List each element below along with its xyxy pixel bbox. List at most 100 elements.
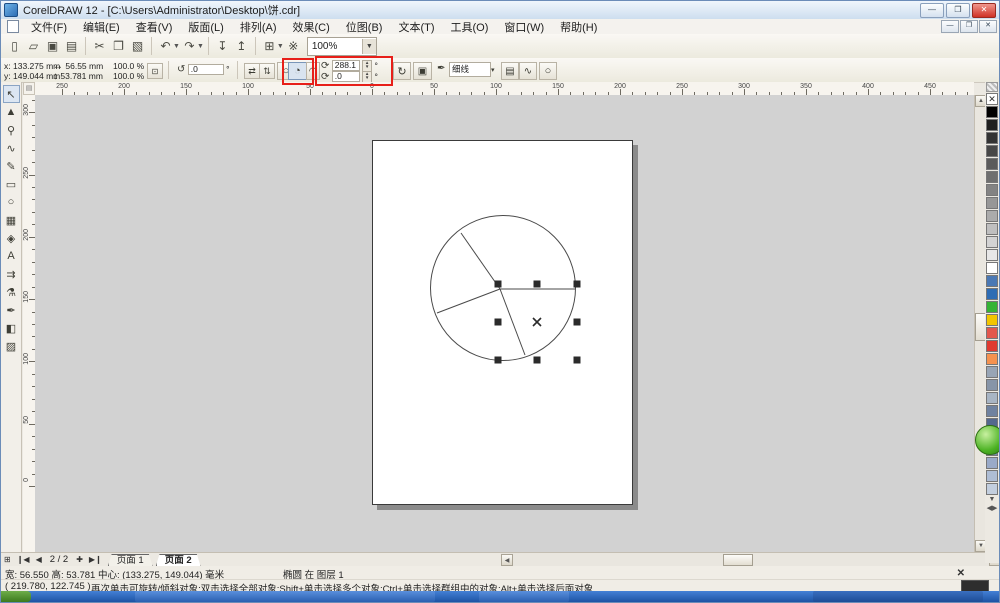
rectangle-tool-icon[interactable]: ▭ xyxy=(3,175,20,193)
graph-paper-tool-icon[interactable]: ▦ xyxy=(3,211,20,229)
start-button[interactable] xyxy=(1,591,31,602)
paste-icon[interactable]: ▧ xyxy=(128,36,147,56)
color-swatch[interactable] xyxy=(986,366,998,378)
taskbar-window-button[interactable] xyxy=(479,591,569,602)
menu-item-10[interactable]: 帮助(H) xyxy=(552,19,605,35)
color-swatch[interactable] xyxy=(986,340,998,352)
lock-ratio-button[interactable]: ⊡ xyxy=(147,63,163,79)
interactive-blend-tool-icon[interactable]: ⇉ xyxy=(3,265,20,283)
menu-item-6[interactable]: 位图(B) xyxy=(338,19,391,35)
selection-center-marker[interactable] xyxy=(533,318,541,326)
selection-handle[interactable] xyxy=(574,357,581,364)
circle-outline[interactable] xyxy=(431,216,576,361)
doc-close-button[interactable]: ✕ xyxy=(979,20,997,33)
add-page-button[interactable]: ✚ xyxy=(73,555,86,564)
eyedropper-tool-icon[interactable]: ⚗ xyxy=(3,283,20,301)
menu-item-8[interactable]: 工具(O) xyxy=(443,19,497,35)
color-swatch[interactable] xyxy=(986,132,998,144)
drawing-canvas[interactable] xyxy=(35,95,974,552)
color-swatch[interactable] xyxy=(986,262,998,274)
color-swatch[interactable] xyxy=(986,314,998,326)
color-swatch[interactable] xyxy=(986,470,998,482)
menu-item-7[interactable]: 文本(T) xyxy=(390,19,442,35)
selection-handle[interactable] xyxy=(495,281,502,288)
print-icon[interactable]: ▤ xyxy=(62,36,81,56)
arc-direction-button[interactable]: ↻ xyxy=(393,62,411,80)
selection-handle[interactable] xyxy=(495,319,502,326)
menu-item-4[interactable]: 排列(A) xyxy=(232,19,285,35)
page-tab-2[interactable]: 页面 2 xyxy=(156,554,201,567)
palette-expand-icon[interactable]: ◀▶ xyxy=(987,504,998,513)
text-tool-icon[interactable]: A xyxy=(3,247,20,265)
pie-start-angle-field[interactable]: 288.1 xyxy=(332,60,360,71)
palette-header-icon[interactable] xyxy=(986,82,998,92)
copy-icon[interactable]: ❐ xyxy=(109,36,128,56)
object-width-field[interactable]: 56.55 mm xyxy=(65,61,103,71)
color-swatch[interactable] xyxy=(986,223,998,235)
restore-button[interactable]: ❐ xyxy=(946,3,970,18)
doc-restore-button[interactable]: ❐ xyxy=(960,20,978,33)
shape-tool-icon[interactable]: ▲ xyxy=(3,103,20,121)
open-icon[interactable]: ▱ xyxy=(24,36,43,56)
color-swatch[interactable] xyxy=(986,197,998,209)
color-swatch[interactable] xyxy=(986,392,998,404)
rotation-angle-field[interactable]: .0 xyxy=(188,64,224,75)
outline-width-select[interactable]: 细线 xyxy=(449,62,491,77)
pie-drawing[interactable] xyxy=(35,95,974,552)
palette-down-icon[interactable]: ▼ xyxy=(989,495,996,504)
new-icon[interactable]: ▯ xyxy=(5,36,24,56)
color-swatch[interactable] xyxy=(986,405,998,417)
menu-item-3[interactable]: 版面(L) xyxy=(180,19,231,35)
selection-handle[interactable] xyxy=(574,281,581,288)
color-swatch[interactable] xyxy=(986,145,998,157)
color-swatch[interactable] xyxy=(986,275,998,287)
color-swatch[interactable] xyxy=(986,106,998,118)
pie-button[interactable]: ◔ xyxy=(288,62,307,80)
import-icon[interactable]: ↧ xyxy=(213,36,232,56)
mirror-horizontal-button[interactable]: ⇄ xyxy=(244,63,260,79)
color-swatch[interactable] xyxy=(986,184,998,196)
basic-shapes-tool-icon[interactable]: ◈ xyxy=(3,229,20,247)
color-swatch[interactable] xyxy=(986,457,998,469)
undo-icon-dropdown[interactable]: ▼ xyxy=(173,43,180,50)
color-swatch[interactable] xyxy=(986,353,998,365)
color-swatch[interactable] xyxy=(986,171,998,183)
object-height-field[interactable]: 53.781 mm xyxy=(60,71,103,81)
close-button[interactable]: ✕ xyxy=(972,3,996,18)
chevron-down-icon[interactable]: ▼ xyxy=(362,39,376,54)
no-color-swatch[interactable]: ✕ xyxy=(986,93,998,105)
ruler-origin-icon[interactable]: ▤ xyxy=(23,82,35,95)
selection-handle[interactable] xyxy=(495,357,502,364)
taskbar-tray[interactable] xyxy=(813,591,983,602)
hscroll-thumb[interactable] xyxy=(723,554,753,566)
corel-online-icon[interactable]: ※ xyxy=(284,36,303,56)
color-swatch[interactable] xyxy=(986,301,998,313)
menu-item-1[interactable]: 编辑(E) xyxy=(75,19,128,35)
scale-h-field[interactable]: 100.0 xyxy=(113,61,134,71)
menu-item-5[interactable]: 效果(C) xyxy=(285,19,338,35)
selection-handle[interactable] xyxy=(534,281,541,288)
minimize-button[interactable]: — xyxy=(920,3,944,18)
color-swatch[interactable] xyxy=(986,158,998,170)
color-swatch[interactable] xyxy=(986,483,998,495)
color-swatch[interactable] xyxy=(986,119,998,131)
outline-to-object-button[interactable]: ○ xyxy=(539,62,557,80)
menu-item-2[interactable]: 查看(V) xyxy=(128,19,181,35)
interactive-fill-tool-icon[interactable]: ▨ xyxy=(3,337,20,355)
freehand-tool-icon[interactable]: ∿ xyxy=(3,139,20,157)
smart-drawing-tool-icon[interactable]: ✎ xyxy=(3,157,20,175)
color-swatch[interactable] xyxy=(986,210,998,222)
ellipse-tool-icon[interactable]: ○ xyxy=(3,193,20,211)
color-swatch[interactable] xyxy=(986,288,998,300)
outline-width-dropdown-icon[interactable]: ▾ xyxy=(491,67,495,74)
horizontal-scrollbar[interactable]: ◀ ▶ xyxy=(501,552,1000,566)
last-page-button[interactable]: ▶❙ xyxy=(86,555,105,564)
convert-to-curves-button[interactable]: ∿ xyxy=(519,62,537,80)
first-page-button[interactable]: ❙◀ xyxy=(14,555,33,564)
menu-item-9[interactable]: 窗口(W) xyxy=(496,19,552,35)
pie-end-angle-field[interactable]: .0 xyxy=(332,71,360,82)
export-icon[interactable]: ↥ xyxy=(232,36,251,56)
outline-pen-tool-icon[interactable]: ✒ xyxy=(3,301,20,319)
pick-tool-icon[interactable]: ↖ xyxy=(3,85,20,103)
taskbar-window-button[interactable] xyxy=(135,591,435,602)
